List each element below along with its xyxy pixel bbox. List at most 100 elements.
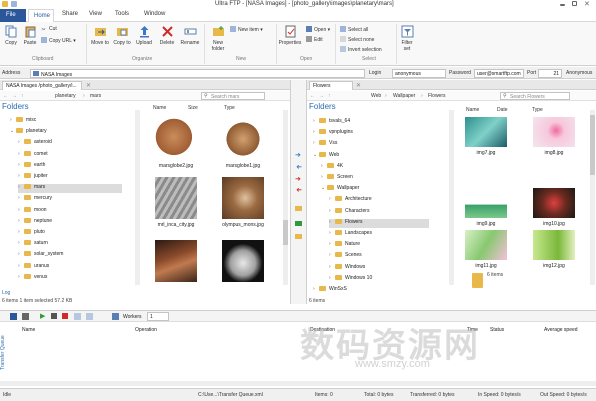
properties-button[interactable]: Properties xyxy=(278,25,302,46)
forward-icon[interactable]: → xyxy=(12,93,17,99)
tree-item[interactable]: › uranus xyxy=(18,262,112,272)
play-icon[interactable]: ▶ xyxy=(40,312,45,320)
tree-item[interactable]: ⌄ planetary xyxy=(10,128,112,137)
select-all-button[interactable]: Select all xyxy=(340,26,368,33)
queue-col-operation[interactable]: Operation xyxy=(135,327,157,333)
queue-option-icon[interactable] xyxy=(86,313,93,320)
chevron-right-icon[interactable]: › xyxy=(18,218,23,224)
queue-col-name[interactable]: Name xyxy=(22,327,35,333)
tab-file[interactable]: File xyxy=(0,9,26,22)
chevron-right-icon[interactable]: › xyxy=(329,264,334,270)
chevron-right-icon[interactable]: › xyxy=(18,173,23,179)
chevron-right-icon[interactable]: › xyxy=(313,118,318,124)
move-to-button[interactable]: Move to xyxy=(90,25,110,46)
chevron-right-icon[interactable]: › xyxy=(18,240,23,246)
file-thumbnail[interactable] xyxy=(465,188,507,218)
back-icon[interactable]: ← xyxy=(310,93,315,99)
tab-tools[interactable]: Tools xyxy=(115,11,129,17)
chevron-right-icon[interactable]: › xyxy=(18,139,23,145)
tree-item[interactable]: › WinSxS xyxy=(313,286,419,295)
right-file-scrollbar[interactable] xyxy=(590,110,595,285)
cut-button[interactable]: ✂ Cut xyxy=(41,26,57,33)
tree-item[interactable]: › Architecture xyxy=(329,196,419,205)
left-search-input[interactable]: Search mars xyxy=(201,92,265,100)
chevron-right-icon[interactable]: › xyxy=(329,196,334,202)
chevron-right-icon[interactable]: › xyxy=(18,274,23,280)
anonymous-checkbox[interactable]: Anonymous xyxy=(566,70,592,76)
file-thumbnail[interactable] xyxy=(222,240,264,282)
file-thumbnail[interactable] xyxy=(533,117,575,147)
chevron-right-icon[interactable]: › xyxy=(321,174,326,180)
right-col-type[interactable]: Type xyxy=(532,107,543,113)
chevron-down-icon[interactable]: ⌄ xyxy=(321,185,326,191)
tree-item[interactable]: › asteroid xyxy=(18,139,112,148)
chevron-down-icon[interactable]: ⌄ xyxy=(10,128,15,134)
chevron-right-icon[interactable]: › xyxy=(313,140,318,146)
chevron-down-icon[interactable]: ⌄ xyxy=(313,152,318,158)
move-right-icon[interactable]: ➜ xyxy=(295,176,302,183)
stop-icon[interactable] xyxy=(51,313,57,319)
up-icon[interactable]: ↑ xyxy=(21,93,24,99)
filter-set-button[interactable]: Filter set xyxy=(398,25,416,52)
abort-icon[interactable] xyxy=(62,313,68,319)
copy-to-button[interactable]: Copy to xyxy=(112,25,132,46)
tree-item[interactable]: › Screen xyxy=(321,174,419,183)
tree-item[interactable]: › saturn xyxy=(18,240,112,249)
chevron-right-icon[interactable]: › xyxy=(10,117,15,123)
open-button[interactable]: Open ▾ xyxy=(306,26,330,33)
file-thumbnail[interactable] xyxy=(533,230,575,260)
chevron-right-icon[interactable]: › xyxy=(321,163,326,169)
close-tab-icon[interactable]: ✕ xyxy=(86,82,91,89)
tree-item[interactable]: › Characters xyxy=(329,207,419,217)
back-icon[interactable]: ← xyxy=(3,93,8,99)
tree-item[interactable]: ⌄ Web xyxy=(313,151,419,161)
queue-side-label[interactable]: Transfer Queue xyxy=(0,325,7,370)
tab-share[interactable]: Share xyxy=(62,11,78,17)
tree-item[interactable]: › misc xyxy=(10,117,112,126)
chevron-right-icon[interactable]: › xyxy=(18,195,23,201)
chevron-right-icon[interactable]: › xyxy=(329,241,334,247)
tree-item[interactable]: › venus xyxy=(18,273,112,283)
chevron-right-icon[interactable]: › xyxy=(18,251,23,257)
tree-item[interactable]: › 4K xyxy=(321,162,419,172)
right-search-input[interactable]: Search Flowers xyxy=(500,92,570,100)
tree-item[interactable]: › jupiter xyxy=(18,173,112,182)
right-tab-flowers[interactable]: Flowers xyxy=(309,81,353,90)
breadcrumb-item-web[interactable]: Web xyxy=(371,93,381,99)
scroll-thumb[interactable] xyxy=(590,115,595,175)
tree-item[interactable]: › Landscapes xyxy=(329,230,419,239)
quick-access-icon[interactable] xyxy=(11,1,17,7)
chevron-right-icon[interactable]: › xyxy=(313,286,318,292)
breadcrumb-item-flowers[interactable]: Flowers xyxy=(428,93,446,99)
save-icon[interactable] xyxy=(22,313,29,320)
chevron-right-icon[interactable]: › xyxy=(313,129,318,135)
chevron-right-icon[interactable]: › xyxy=(18,263,23,269)
tree-item[interactable]: › Vss xyxy=(313,140,419,149)
new-item-button[interactable]: New item ▾ xyxy=(230,26,263,33)
breadcrumb-item-mars[interactable]: mars xyxy=(90,93,101,99)
tab-window[interactable]: Window xyxy=(144,11,165,17)
close-tab-icon[interactable]: ✕ xyxy=(356,82,361,89)
folder-icon[interactable] xyxy=(295,234,302,239)
port-input[interactable]: 21 xyxy=(538,69,562,78)
upload-button[interactable]: Upload xyxy=(134,25,154,46)
left-col-name[interactable]: Name xyxy=(153,105,166,111)
tree-item[interactable]: › Windows xyxy=(329,263,419,273)
paste-button[interactable]: Paste xyxy=(21,25,39,46)
left-tab-nasa[interactable]: NASA Images /photo_gallery/i... xyxy=(2,81,82,90)
chevron-right-icon[interactable]: › xyxy=(329,219,334,225)
rename-button[interactable]: Rename xyxy=(179,25,201,46)
chevron-right-icon[interactable]: › xyxy=(18,207,23,213)
queue-hscrollbar[interactable] xyxy=(0,381,596,386)
tree-item[interactable]: › vpnplugins xyxy=(313,129,419,138)
copy-url-button[interactable]: Copy URL ▾ xyxy=(41,37,76,44)
queue-option-icon[interactable] xyxy=(74,313,81,320)
workers-input[interactable]: 1 xyxy=(147,312,169,321)
left-file-scrollbar[interactable] xyxy=(283,110,288,285)
move-left-icon[interactable]: ➜ xyxy=(295,187,302,194)
file-thumbnail[interactable] xyxy=(155,240,197,282)
chevron-right-icon[interactable]: › xyxy=(329,208,334,214)
edit-button[interactable]: Edit xyxy=(306,36,323,43)
minimize-icon[interactable] xyxy=(560,4,565,6)
tree-item[interactable]: › mars xyxy=(18,184,122,194)
